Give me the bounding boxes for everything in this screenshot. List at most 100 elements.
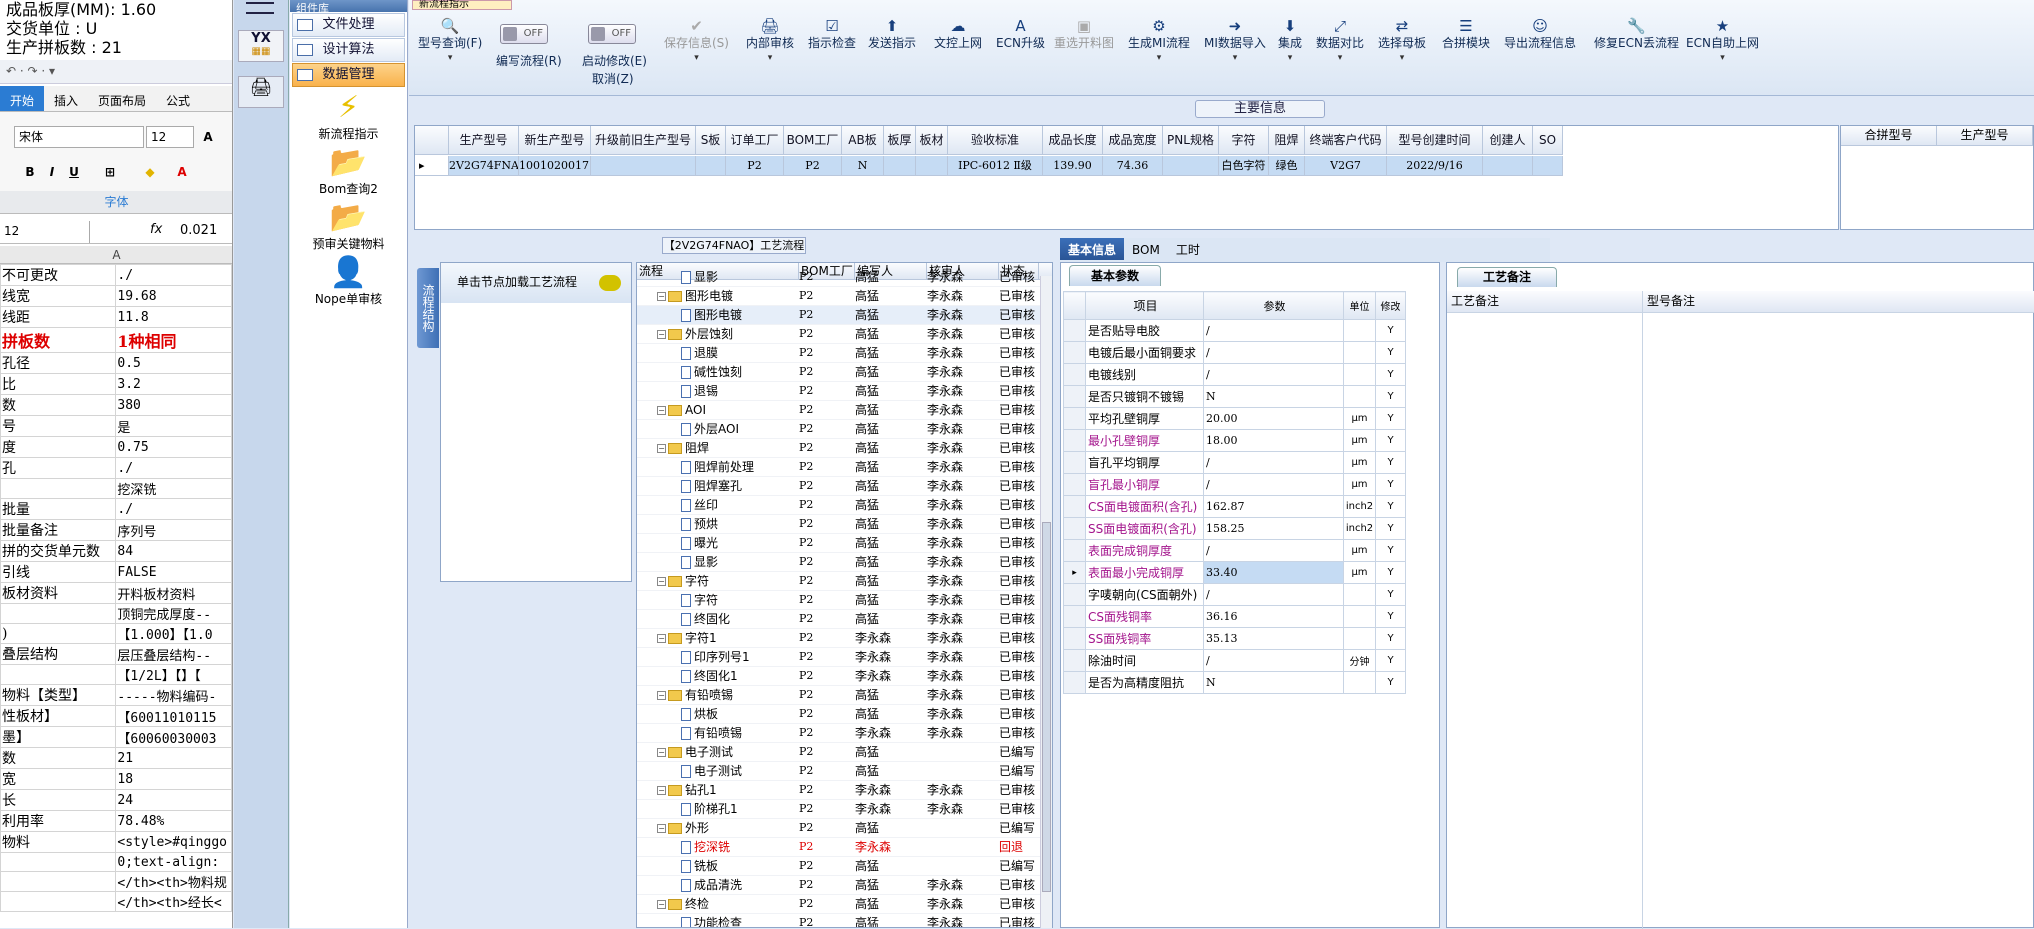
bold-icon[interactable]: B xyxy=(20,162,40,182)
sheet-cell-b[interactable]: 层压叠层结构-- xyxy=(115,643,232,665)
column-header[interactable]: 合拼型号 xyxy=(1841,126,1937,146)
font-size-select[interactable]: 12 xyxy=(146,126,194,148)
toolbar-button[interactable]: ⤢ 数据对比 ▾ xyxy=(1316,18,1364,65)
tree-row[interactable]: 显影 P2 高猛 李永森 已审核 xyxy=(637,268,1052,287)
sheet-cell-b[interactable]: 0.5 xyxy=(115,352,232,374)
param-value[interactable]: / xyxy=(1203,473,1344,496)
column-header[interactable]: 成品宽度 xyxy=(1103,126,1163,155)
toolbar-button[interactable]: 🔧 修复ECN丢流程 xyxy=(1594,18,1679,51)
tree-row[interactable]: 成品清洗 P2 高猛 李永森 已审核 xyxy=(637,876,1052,895)
sheet-cell-a[interactable]: 性板材】 xyxy=(0,705,117,727)
sheet-cell-a[interactable]: 叠层结构 xyxy=(0,643,117,665)
tool-1[interactable]: ⚡ 新流程指示 xyxy=(290,91,407,142)
tree-row[interactable]: 有铅喷锡 P2 李永森 李永森 已审核 xyxy=(637,724,1052,743)
collapse-icon[interactable]: − xyxy=(657,444,666,453)
param-modify[interactable]: Y xyxy=(1375,583,1406,606)
param-row[interactable]: 最小孔壁铜厚 18.00 μm Y xyxy=(1063,429,1406,452)
dropdown-icon[interactable]: ▾ xyxy=(1686,51,1759,65)
data-cell[interactable]: 绿色 xyxy=(1269,156,1305,176)
tree-row[interactable]: 印序列号1 P2 李永森 李永森 已审核 xyxy=(637,648,1052,667)
toolbar-button[interactable]: ▣ 重选开料图 xyxy=(1054,18,1114,51)
tree-row[interactable]: − 终检 P2 高猛 李永森 已审核 xyxy=(637,895,1052,914)
data-cell[interactable] xyxy=(1163,156,1219,176)
toolbar-button[interactable]: ✔ 保存信息(S) ▾ xyxy=(664,18,729,65)
sheet-cell-a[interactable]: 孔径 xyxy=(0,352,117,374)
sheet-cell-a[interactable]: 墨】 xyxy=(0,726,117,748)
sheet-cell-b[interactable]: 380 xyxy=(115,394,232,416)
tree-row[interactable]: 退锡 P2 高猛 李永森 已审核 xyxy=(637,382,1052,401)
font-color-icon[interactable]: A xyxy=(172,162,192,182)
sheet-cell-a[interactable] xyxy=(0,664,117,685)
tree-row[interactable]: 显影 P2 高猛 李永森 已审核 xyxy=(637,553,1052,572)
param-value[interactable]: N xyxy=(1203,671,1344,694)
param-value[interactable]: / xyxy=(1203,539,1344,562)
tree-row[interactable]: − 图形电镀 P2 高猛 李永森 已审核 xyxy=(637,287,1052,306)
collapse-icon[interactable]: − xyxy=(657,691,666,700)
data-cell[interactable]: 74.36 xyxy=(1103,156,1163,176)
toolbar-button[interactable]: ☑ 指示检查 xyxy=(808,18,856,51)
tree-row[interactable]: − 字符 P2 高猛 李永森 已审核 xyxy=(637,572,1052,591)
sheet-cell-b[interactable]: 24 xyxy=(115,789,232,811)
tree-row[interactable]: − 外形 P2 高猛 已编写 xyxy=(637,819,1052,838)
data-cell[interactable] xyxy=(1533,156,1563,176)
sheet-cell-b[interactable]: 18 xyxy=(115,768,232,790)
sheet-cell-b[interactable]: 顶铜完成厚度-- xyxy=(115,603,232,624)
module-icon[interactable]: 🖨 xyxy=(238,76,284,108)
tree-row[interactable]: − 钻孔1 P2 李永森 李永森 已审核 xyxy=(637,781,1052,800)
dropdown-icon[interactable]: ▾ xyxy=(1316,51,1364,65)
sheet-cell-b[interactable]: 78.48% xyxy=(115,810,232,832)
tool-3[interactable]: 📂 预审关键物料 xyxy=(290,201,407,252)
collapse-icon[interactable]: − xyxy=(657,824,666,833)
tree-row[interactable]: 丝印 P2 高猛 李永森 已审核 xyxy=(637,496,1052,515)
column-header[interactable]: 新生产型号 xyxy=(519,126,591,155)
sheet-cell-a[interactable]: 线距 xyxy=(0,306,117,328)
document-tab[interactable]: 新流程指示 xyxy=(412,0,512,10)
param-row[interactable]: 表面完成铜厚度 / μm Y xyxy=(1063,539,1406,562)
sheet-cell-b[interactable]: 0;text-align: xyxy=(115,852,232,872)
sheet-cell-b[interactable]: FALSE xyxy=(115,561,232,583)
sheet-cell-a[interactable]: 宽 xyxy=(0,768,117,790)
formula-input[interactable]: 0.021 xyxy=(180,223,217,238)
toolbar-button[interactable]: ☰ 合拼模块 xyxy=(1442,18,1490,51)
param-modify[interactable]: Y xyxy=(1375,561,1406,584)
sheet-cell-a[interactable]: 物料 xyxy=(0,831,117,853)
tree-row[interactable]: 外层AOI P2 高猛 李永森 已审核 xyxy=(637,420,1052,439)
ribbon-tab[interactable]: 插入 xyxy=(44,86,88,111)
param-value[interactable]: / xyxy=(1203,451,1344,474)
fill-color-icon[interactable]: ◆ xyxy=(140,162,160,182)
data-cell[interactable]: 139.90 xyxy=(1043,156,1103,176)
param-value[interactable]: 36.16 xyxy=(1203,605,1344,628)
column-header[interactable]: S板 xyxy=(696,126,726,155)
tree-row[interactable]: 挖深铣 P2 李永森 回退 xyxy=(637,838,1052,857)
data-cell[interactable]: IPC-6012 Ⅱ级 xyxy=(948,156,1043,176)
param-row[interactable]: SS面电镀面积(含孔) 158.25 inch2 Y xyxy=(1063,517,1406,540)
sheet-cell-a[interactable]: 拼板数 xyxy=(0,327,117,353)
sheet-cell-a[interactable] xyxy=(0,478,117,499)
data-cell[interactable]: 10010200171008 xyxy=(519,156,591,176)
tree-row[interactable]: 碱性蚀刻 P2 高猛 李永森 已审核 xyxy=(637,363,1052,382)
toolbar-button[interactable]: ☺ 导出流程信息 xyxy=(1504,18,1576,51)
column-header[interactable]: 验收标准 xyxy=(948,126,1043,155)
param-value[interactable]: 18.00 xyxy=(1203,429,1344,452)
info-tab[interactable]: 基本信息 xyxy=(1060,238,1125,260)
sheet-cell-a[interactable]: 数 xyxy=(0,747,117,769)
param-value[interactable]: / xyxy=(1203,363,1344,386)
param-modify[interactable]: Y xyxy=(1375,429,1406,452)
column-header[interactable]: 生产型号 xyxy=(1937,126,2033,146)
tree-row[interactable]: 预烘 P2 高猛 李永森 已审核 xyxy=(637,515,1052,534)
param-value[interactable]: / xyxy=(1203,341,1344,364)
name-box[interactable]: 12 xyxy=(0,221,90,243)
sheet-cell-b[interactable]: 开料板材资料 xyxy=(115,582,232,604)
sheet-cell-a[interactable] xyxy=(0,891,117,912)
column-header[interactable]: AB板 xyxy=(842,126,884,155)
param-row[interactable]: ▸ 表面最小完成铜厚 33.40 μm Y xyxy=(1063,561,1406,584)
sheet-cell-b[interactable]: </th><th>经长< xyxy=(115,891,232,912)
param-modify[interactable]: Y xyxy=(1375,517,1406,540)
sheet-cell-b[interactable]: 84 xyxy=(115,540,232,562)
sheet-cell-a[interactable]: 不可更改 xyxy=(0,264,117,286)
column-header[interactable]: 终端客户代码 xyxy=(1305,126,1387,155)
tree-row[interactable]: 图形电镀 P2 高猛 李永森 已审核 xyxy=(637,306,1052,325)
tree-row[interactable]: 烘板 P2 高猛 李永森 已审核 xyxy=(637,705,1052,724)
sheet-cell-a[interactable]: 利用率 xyxy=(0,810,117,832)
column-header[interactable]: 成品长度 xyxy=(1043,126,1103,155)
